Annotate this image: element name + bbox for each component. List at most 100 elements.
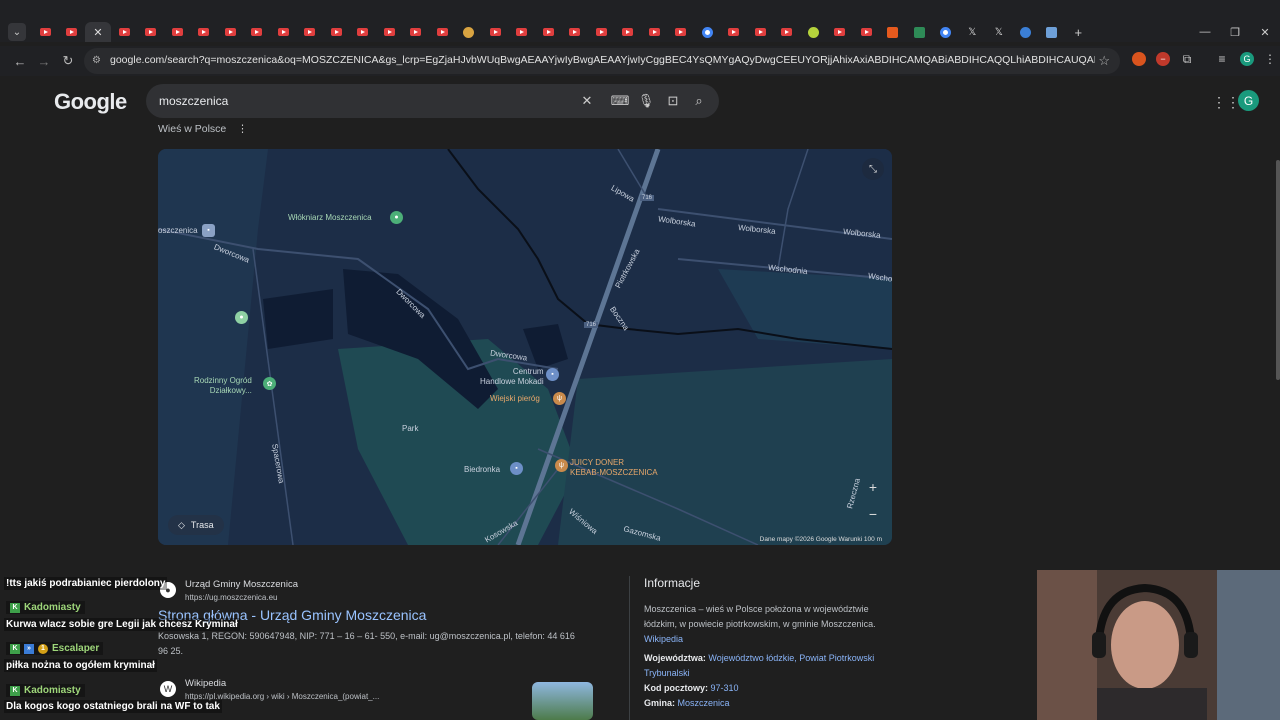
search-input[interactable]: moszczenica <box>159 94 228 108</box>
active-tab-close[interactable]: ✕ <box>85 22 111 42</box>
tab[interactable] <box>641 22 668 42</box>
tab[interactable]: 𝕏 <box>959 22 986 42</box>
omnibox[interactable]: ⚙ google.com/search?q=moszczenica&oq=MOS… <box>84 48 1120 74</box>
tab[interactable] <box>456 22 483 42</box>
map-pin-icon[interactable]: ● <box>235 311 248 324</box>
chat-message: Kurwa wlacz sobie gre Legii jak chcesz K… <box>4 618 240 631</box>
restore-icon[interactable]: ❐ <box>1220 22 1250 42</box>
avatar[interactable]: G <box>1238 90 1259 111</box>
tab[interactable] <box>244 22 271 42</box>
tab[interactable] <box>191 22 218 42</box>
tab[interactable] <box>59 22 86 42</box>
tab[interactable] <box>721 22 748 42</box>
tab[interactable] <box>403 22 430 42</box>
tab-search-button[interactable]: ⌄ <box>8 23 26 41</box>
tab[interactable] <box>350 22 377 42</box>
back-icon[interactable]: ← <box>10 51 30 71</box>
result-thumbnail[interactable] <box>532 682 593 720</box>
tab[interactable] <box>747 22 774 42</box>
tab[interactable] <box>111 22 138 42</box>
scrollbar[interactable] <box>1276 160 1280 380</box>
tab[interactable] <box>800 22 827 42</box>
extension-icon[interactable] <box>1132 52 1146 66</box>
bookmark-star-icon[interactable]: ☆ <box>1098 53 1110 69</box>
tab[interactable] <box>270 22 297 42</box>
map-label-kebab[interactable]: JUICY DONER KEBAB-MOSZCZENICA <box>570 458 658 478</box>
tab[interactable] <box>827 22 854 42</box>
reload-icon[interactable]: ↻ <box>58 51 78 71</box>
info-value-link[interactable]: 97-310 <box>711 683 739 693</box>
shopping-icon[interactable]: ▪ <box>546 368 559 381</box>
site-info-icon[interactable]: ⚙ <box>92 55 103 66</box>
search-icon[interactable]: ⌕ <box>691 93 707 109</box>
minimize-icon[interactable]: — <box>1190 22 1220 42</box>
forward-icon[interactable]: → <box>34 51 54 71</box>
cart-icon[interactable]: ▪ <box>510 462 523 475</box>
profile-icon[interactable]: G <box>1240 52 1254 66</box>
tab[interactable] <box>429 22 456 42</box>
map-pin-icon[interactable]: ● <box>390 211 403 224</box>
tab[interactable] <box>217 22 244 42</box>
map-attribution[interactable]: Dane mapy ©2026 Google Warunki 100 m <box>760 536 882 543</box>
microphone-icon[interactable]: 🎙 <box>638 93 655 109</box>
keyboard-icon[interactable]: ⌨ <box>611 93 630 109</box>
apps-grid-icon[interactable]: ⋮⋮ <box>1212 94 1240 111</box>
url-text[interactable]: google.com/search?q=moszczenica&oq=MOSZC… <box>110 54 1095 66</box>
kick-icon: K <box>10 685 20 696</box>
tab[interactable] <box>933 22 960 42</box>
map[interactable]: Włókniarz Moszczenica ● oszczenica ▪ Dwo… <box>158 149 892 545</box>
search-box[interactable]: moszczenica ✕ ⌨ 🎙 ⊡ ⌕ <box>146 84 719 118</box>
camera-icon[interactable]: ⊡ <box>665 93 681 109</box>
zoom-in-button[interactable]: + <box>864 478 882 496</box>
tab[interactable] <box>906 22 933 42</box>
extension-icon[interactable]: − <box>1156 52 1170 66</box>
clear-icon[interactable]: ✕ <box>579 93 595 109</box>
tab[interactable] <box>880 22 907 42</box>
more-options-icon[interactable]: ⋮ <box>237 123 248 135</box>
youtube-icon <box>436 28 448 36</box>
garden-icon[interactable]: ✿ <box>263 377 276 390</box>
tab[interactable] <box>323 22 350 42</box>
tab[interactable] <box>588 22 615 42</box>
tab[interactable] <box>668 22 695 42</box>
tab[interactable] <box>138 22 165 42</box>
tab[interactable] <box>509 22 536 42</box>
close-icon[interactable]: ✕ <box>1250 22 1280 42</box>
zoom-out-button[interactable]: − <box>864 505 882 523</box>
tab[interactable] <box>376 22 403 42</box>
media-icon[interactable]: ≡ <box>1215 52 1229 66</box>
result-source[interactable]: Urząd Gminy Moszczenica <box>185 579 298 590</box>
tab[interactable] <box>1012 22 1039 42</box>
extensions-puzzle-icon[interactable]: ⧉ <box>1180 52 1194 66</box>
map-label-centrum[interactable]: Centrum Handlowe Mokadi <box>480 367 544 387</box>
tab[interactable] <box>482 22 509 42</box>
map-label-wlokniarz[interactable]: Włókniarz Moszczenica <box>288 213 372 222</box>
map-label-restaurant[interactable]: Wiejski pieróg <box>490 394 540 403</box>
tab[interactable] <box>32 22 59 42</box>
tab[interactable] <box>562 22 589 42</box>
tab[interactable] <box>774 22 801 42</box>
restaurant-icon[interactable]: ψ <box>555 459 568 472</box>
tab[interactable] <box>853 22 880 42</box>
youtube-icon <box>595 28 607 36</box>
new-tab-button[interactable]: + <box>1065 22 1092 42</box>
result-url[interactable]: https://ug.moszczenica.eu <box>185 593 278 602</box>
tab[interactable] <box>297 22 324 42</box>
tab[interactable] <box>535 22 562 42</box>
map-label-biedronka[interactable]: Biedronka <box>464 465 500 474</box>
tab[interactable]: 𝕏 <box>986 22 1013 42</box>
google-logo[interactable]: Google <box>54 89 127 115</box>
wikipedia-link[interactable]: Wikipedia <box>644 634 683 644</box>
tab[interactable] <box>164 22 191 42</box>
result-source[interactable]: Wikipedia <box>185 678 226 689</box>
menu-icon[interactable]: ⋮ <box>1263 52 1277 66</box>
train-station-icon[interactable]: ▪ <box>202 224 215 237</box>
tab[interactable] <box>694 22 721 42</box>
tab[interactable] <box>615 22 642 42</box>
info-value-link[interactable]: Moszczenica <box>678 698 730 708</box>
fullscreen-collapse-icon[interactable]: ⤡ <box>862 158 884 180</box>
tab[interactable] <box>1039 22 1066 42</box>
directions-button[interactable]: ◇ Trasa <box>168 515 224 535</box>
restaurant-icon[interactable]: ψ <box>553 392 566 405</box>
map-label-garden[interactable]: Rodzinny Ogród Działkowy... <box>194 376 252 396</box>
